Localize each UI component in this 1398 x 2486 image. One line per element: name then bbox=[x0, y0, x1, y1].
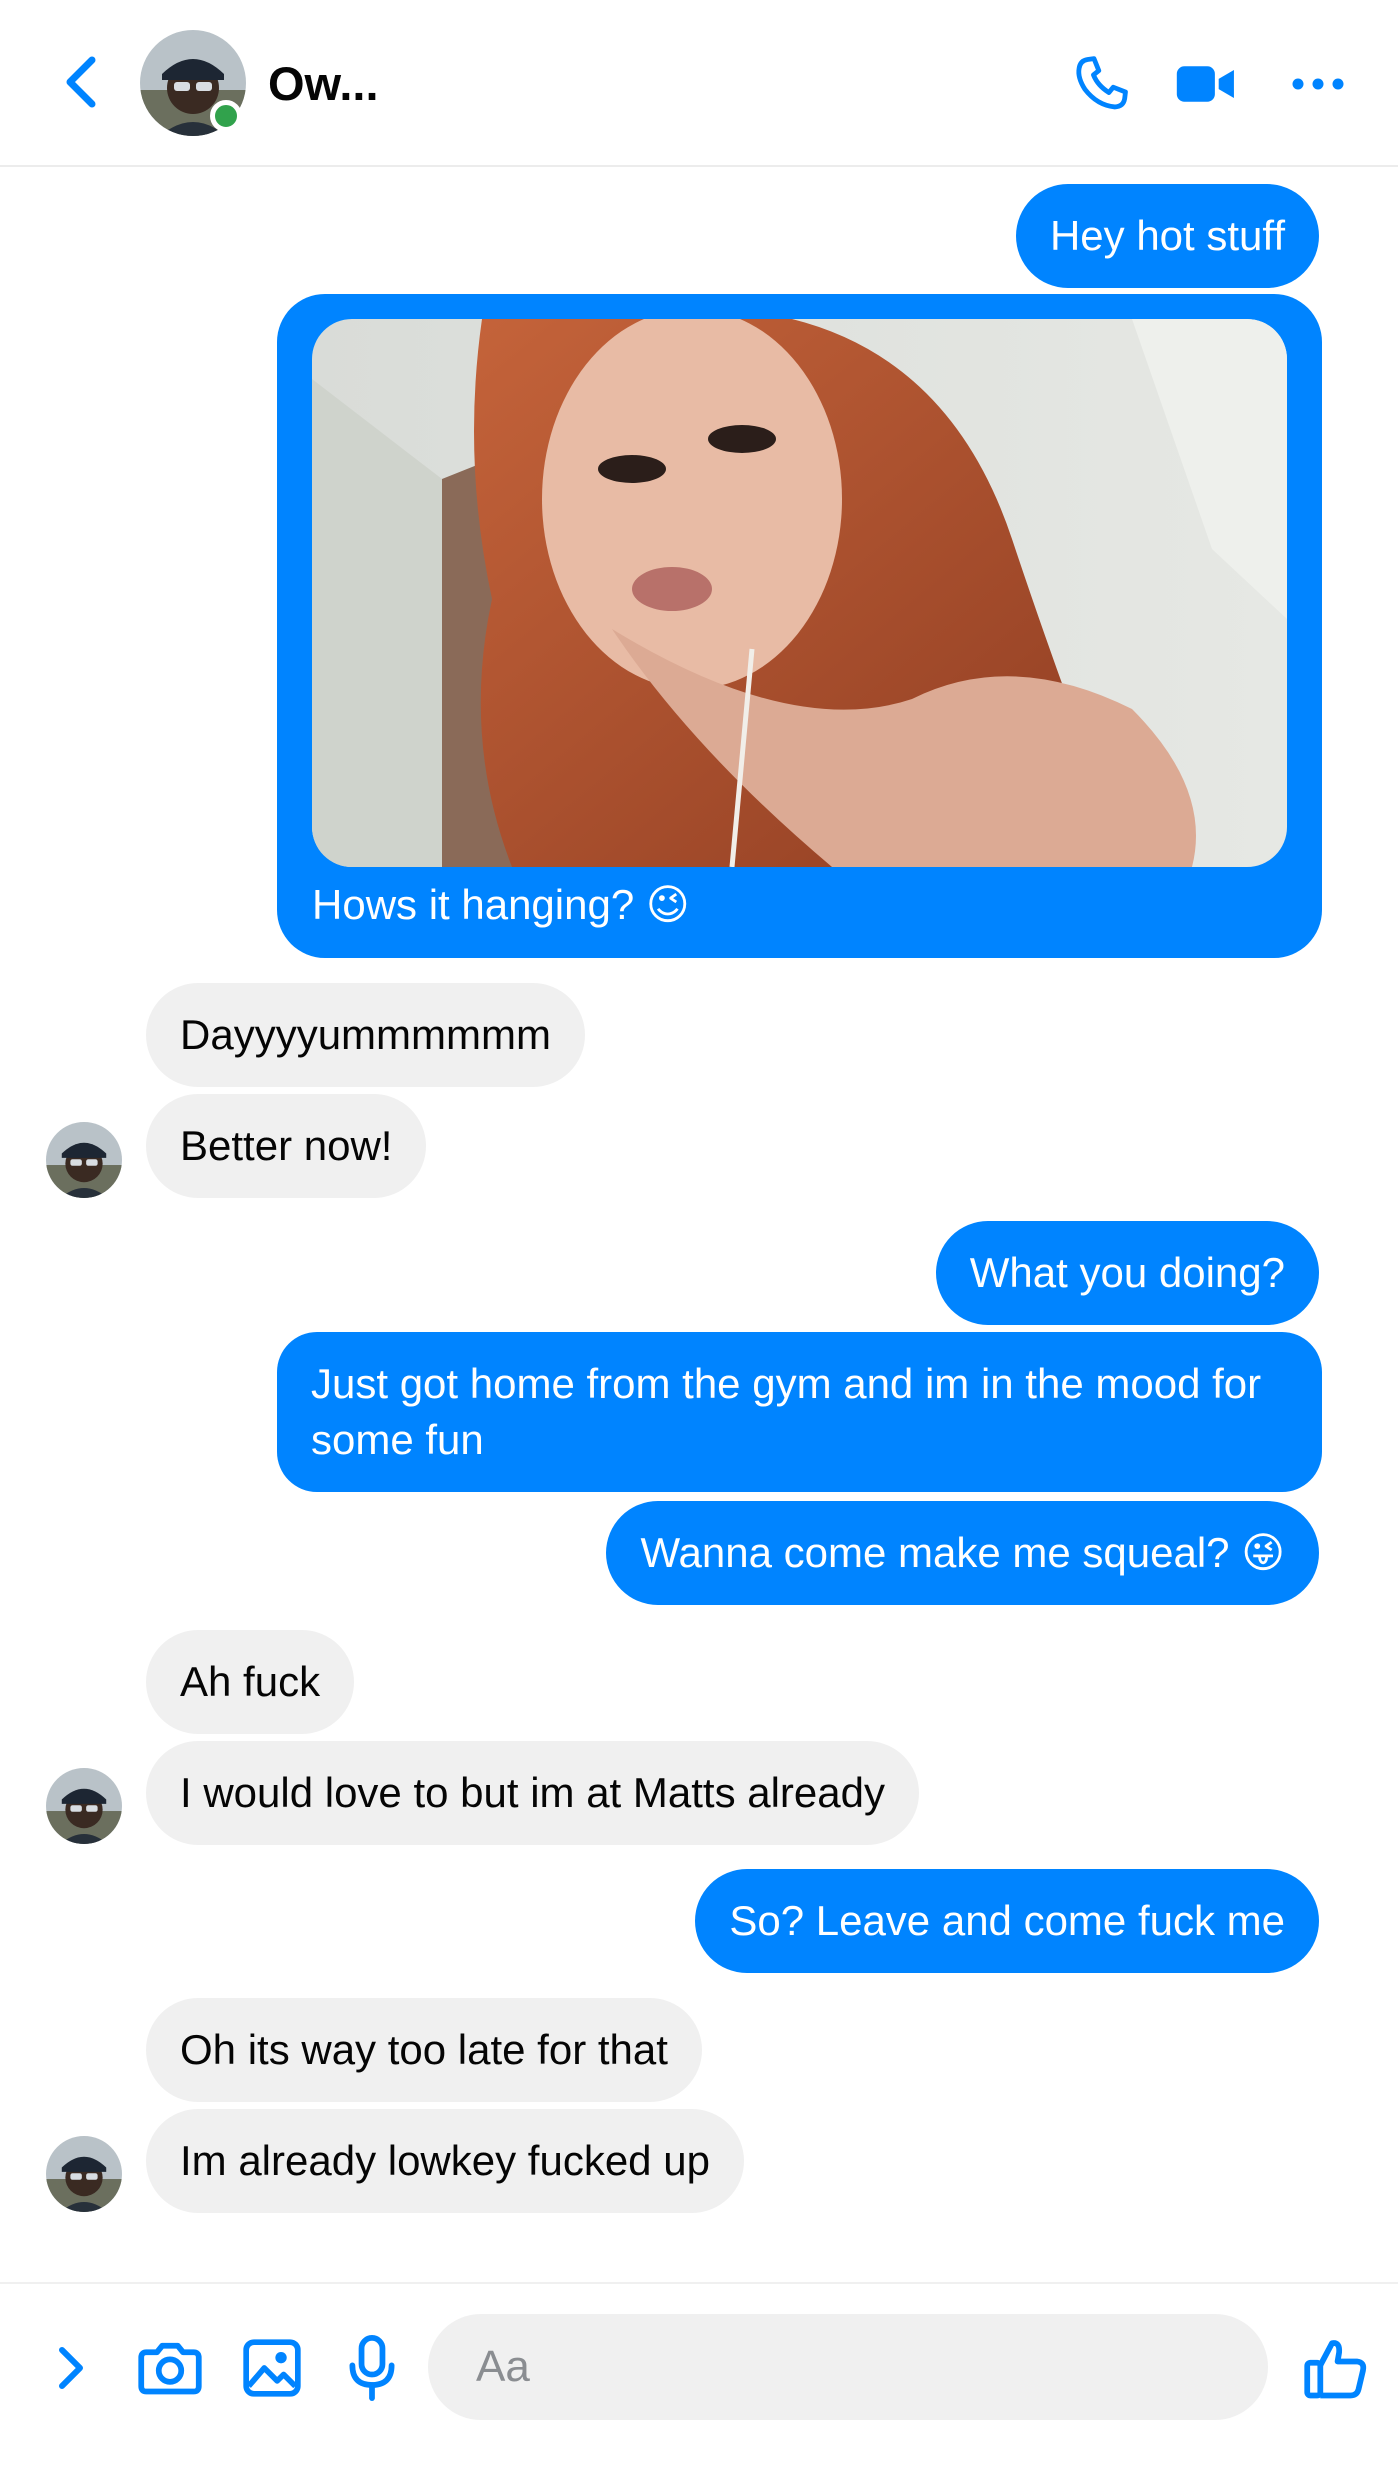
contact-avatar-small[interactable] bbox=[46, 1122, 122, 1198]
online-status-dot bbox=[210, 100, 242, 132]
incoming-message[interactable]: I would love to but im at Matts already bbox=[146, 1741, 919, 1845]
outgoing-message[interactable]: So? Leave and come fuck me bbox=[695, 1869, 1319, 1973]
back-button[interactable] bbox=[56, 52, 112, 112]
expand-actions-button[interactable] bbox=[30, 2328, 110, 2408]
thumbs-up-icon bbox=[1304, 2340, 1367, 2399]
voice-message-button[interactable] bbox=[332, 2328, 412, 2408]
outgoing-photo-message[interactable]: Hows it hanging? 😉 bbox=[277, 294, 1322, 958]
contact-avatar-small[interactable] bbox=[46, 1768, 122, 1844]
phone-icon bbox=[1076, 56, 1128, 110]
message-input-container[interactable] bbox=[428, 2314, 1268, 2420]
audio-call-button[interactable] bbox=[1062, 44, 1142, 124]
video-camera-icon bbox=[1176, 66, 1234, 102]
incoming-message[interactable]: Dayyyyummmmmm bbox=[146, 983, 585, 1087]
incoming-message[interactable]: Im already lowkey fucked up bbox=[146, 2109, 744, 2213]
chevron-left-icon bbox=[66, 56, 96, 108]
microphone-icon bbox=[349, 2335, 395, 2401]
outgoing-message[interactable]: Just got home from the gym and im in the… bbox=[277, 1332, 1322, 1492]
gallery-button[interactable] bbox=[232, 2328, 312, 2408]
more-options-button[interactable] bbox=[1278, 44, 1358, 124]
shared-photo[interactable] bbox=[312, 319, 1287, 867]
outgoing-message[interactable]: What you doing? bbox=[935, 1221, 1319, 1325]
outgoing-message[interactable]: Wanna come make me squeal? 😜 bbox=[606, 1501, 1319, 1605]
camera-button[interactable] bbox=[130, 2328, 210, 2408]
incoming-message[interactable]: Ah fuck bbox=[146, 1630, 355, 1734]
message-composer bbox=[0, 2282, 1398, 2486]
chevron-right-icon bbox=[59, 2347, 83, 2389]
outgoing-message[interactable]: Hey hot stuff bbox=[1015, 184, 1319, 288]
video-call-button[interactable] bbox=[1166, 44, 1246, 124]
photo-caption: Hows it hanging? 😉 bbox=[312, 881, 690, 928]
incoming-message[interactable]: Oh its way too late for that bbox=[146, 1998, 702, 2102]
chat-header: Ow... bbox=[0, 0, 1398, 167]
message-input[interactable] bbox=[428, 2314, 1268, 2420]
contact-name[interactable]: Ow... bbox=[268, 54, 379, 114]
camera-icon bbox=[138, 2342, 202, 2395]
incoming-message[interactable]: Better now! bbox=[146, 1094, 427, 1198]
more-dots-icon bbox=[1292, 78, 1344, 90]
like-button[interactable] bbox=[1296, 2328, 1376, 2408]
contact-avatar-small[interactable] bbox=[46, 2136, 122, 2212]
image-icon bbox=[243, 2339, 301, 2397]
